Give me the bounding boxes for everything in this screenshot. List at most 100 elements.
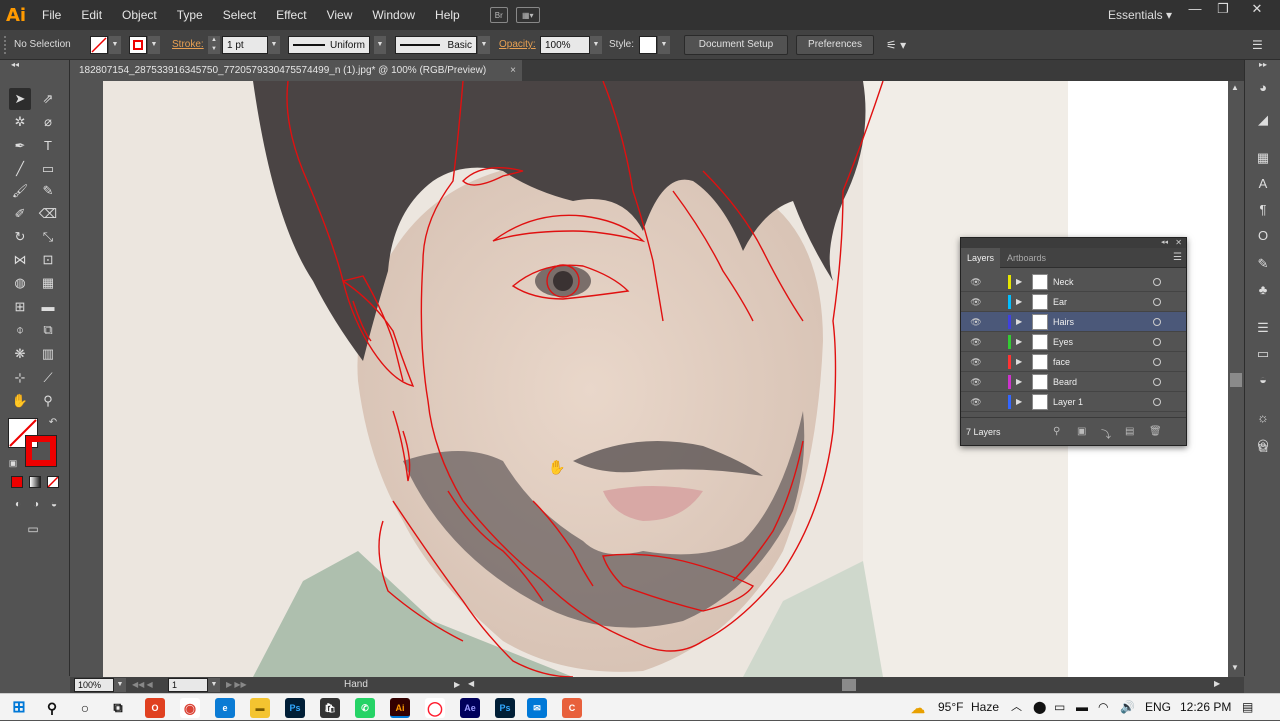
file-explorer-icon[interactable]: ▬ xyxy=(250,698,270,718)
color-panel-icon[interactable]: ◕ xyxy=(1253,78,1273,98)
expand-triangle-icon[interactable]: ▶ xyxy=(1016,335,1022,349)
type-tool-icon[interactable]: T xyxy=(37,135,59,157)
paintbrush-tool-icon[interactable]: 🖌 xyxy=(9,180,31,202)
artboard-dropdown[interactable]: ▼ xyxy=(208,678,220,692)
brush-definition[interactable]: Basic xyxy=(395,36,477,54)
visibility-eye-icon[interactable]: 👁 xyxy=(970,276,982,288)
blob-brush-tool-icon[interactable]: ✐ xyxy=(9,203,31,225)
menu-type[interactable]: Type xyxy=(167,0,213,30)
profile-dropdown[interactable]: ▼ xyxy=(374,36,386,54)
symbols-panel-icon[interactable]: ♣ xyxy=(1253,280,1273,300)
stroke-label[interactable]: Stroke: xyxy=(172,36,204,54)
menu-select[interactable]: Select xyxy=(213,0,266,30)
layer-row[interactable]: 👁 ▶ Eyes xyxy=(961,332,1186,352)
transparency-panel-icon[interactable]: ◒ xyxy=(1253,370,1273,390)
swap-fill-stroke-icon[interactable]: ↶ xyxy=(42,412,64,434)
vertical-scroll-thumb[interactable] xyxy=(1230,373,1242,387)
target-circle-icon[interactable] xyxy=(1153,358,1161,366)
restore-button[interactable]: ❐ xyxy=(1206,0,1240,20)
layer-name[interactable]: Eyes xyxy=(1053,332,1073,352)
layers-panel-icon[interactable]: ⧉ xyxy=(1253,438,1273,458)
pencil-tool-icon[interactable]: ✎ xyxy=(37,180,59,202)
line-tool-icon[interactable]: ╱ xyxy=(9,158,31,180)
weather-condition[interactable]: Haze xyxy=(971,694,999,721)
target-circle-icon[interactable] xyxy=(1153,338,1161,346)
volume-icon[interactable]: 🔊 xyxy=(1120,694,1135,721)
scroll-left-icon[interactable]: ◀ xyxy=(468,679,474,688)
stroke-color-box[interactable] xyxy=(25,435,57,467)
column-graph-tool-icon[interactable]: ▥ xyxy=(37,343,59,365)
default-fill-stroke-icon[interactable]: ▣ xyxy=(2,452,24,474)
rotate-tool-icon[interactable]: ↻ xyxy=(9,226,31,248)
shape-builder-tool-icon[interactable]: ◍ xyxy=(9,272,31,294)
fill-swatch[interactable] xyxy=(90,36,108,54)
layer-row[interactable]: 👁 ▶ Neck xyxy=(961,272,1186,292)
rectangle-tool-icon[interactable]: ▭ xyxy=(37,158,59,180)
layer-name[interactable]: Neck xyxy=(1053,272,1074,292)
artboard-nav-first-prev-icon[interactable]: ◀◀ ◀ xyxy=(132,678,153,692)
pen-tool-icon[interactable]: ✒ xyxy=(9,135,31,157)
weather-temperature[interactable]: 95°F xyxy=(938,694,963,721)
layer-name[interactable]: Hairs xyxy=(1053,312,1074,332)
stroke-panel-icon[interactable]: ☰ xyxy=(1253,318,1273,338)
zoom-field[interactable]: 100% xyxy=(74,678,114,692)
stroke-weight-dropdown[interactable]: ▼ xyxy=(268,36,280,54)
network-icon[interactable]: ▭ xyxy=(1054,694,1065,721)
expand-triangle-icon[interactable]: ▶ xyxy=(1016,295,1022,309)
layer-row[interactable]: 👁 ▶ Beard xyxy=(961,372,1186,392)
battery-icon[interactable]: ▬ xyxy=(1076,694,1088,721)
expand-panels-icon[interactable]: ▸▸ xyxy=(1253,60,1273,70)
color-guide-icon[interactable]: ◢ xyxy=(1253,110,1273,130)
gradient-tool-icon[interactable]: ▬ xyxy=(37,296,59,318)
illustrator-taskbar-icon[interactable]: Ai xyxy=(390,698,410,718)
brushes-panel-icon[interactable]: ✎ xyxy=(1253,254,1273,274)
locate-object-icon[interactable]: ⚲ xyxy=(1053,426,1060,437)
fill-dropdown[interactable]: ▼ xyxy=(109,36,121,54)
opacity-input[interactable]: 100% xyxy=(540,36,590,54)
artboard-tool-icon[interactable]: ⊹ xyxy=(9,367,31,389)
target-circle-icon[interactable] xyxy=(1153,318,1161,326)
layers-panel-header[interactable]: ◂◂ ✕ xyxy=(961,238,1186,248)
menu-help[interactable]: Help xyxy=(425,0,470,30)
layer-name[interactable]: face xyxy=(1053,352,1070,372)
store-icon[interactable]: 🛍 xyxy=(320,698,340,718)
opentype-panel-icon[interactable]: O xyxy=(1253,226,1273,246)
none-mode-icon[interactable] xyxy=(47,476,59,488)
whatsapp-icon[interactable]: ✆ xyxy=(355,698,375,718)
expand-triangle-icon[interactable]: ▶ xyxy=(1016,395,1022,409)
expand-triangle-icon[interactable]: ▶ xyxy=(1016,275,1022,289)
stroke-dropdown[interactable]: ▼ xyxy=(148,36,160,54)
scroll-right-icon[interactable]: ▶ xyxy=(1214,679,1220,688)
expand-triangle-icon[interactable]: ▶ xyxy=(1016,315,1022,329)
stroke-weight-input[interactable]: 1 pt xyxy=(222,36,268,54)
direct-selection-tool-icon[interactable]: ⇗ xyxy=(37,88,59,110)
scale-tool-icon[interactable]: ⤡ xyxy=(37,226,59,248)
weather-icon[interactable]: ☁ xyxy=(908,698,928,718)
menu-file[interactable]: File xyxy=(32,0,71,30)
bridge-icon[interactable]: Br xyxy=(489,7,508,23)
current-tool-status[interactable]: Hand xyxy=(344,677,368,693)
artboard-number-field[interactable]: 1 xyxy=(168,678,208,692)
target-circle-icon[interactable] xyxy=(1153,378,1161,386)
after-effects-icon[interactable]: Ae xyxy=(460,698,480,718)
horizontal-scroll-thumb[interactable] xyxy=(842,679,856,691)
collapse-panel-icon[interactable]: ◂◂ xyxy=(1161,238,1168,248)
notifications-icon[interactable]: ▤ xyxy=(1242,694,1253,721)
scroll-up-icon[interactable]: ▲ xyxy=(1231,83,1239,92)
blend-tool-icon[interactable]: ⧉ xyxy=(37,319,59,341)
document-tab[interactable]: 182807154_287533916345750_77205793304755… xyxy=(70,60,522,81)
collapse-tools-icon[interactable]: ◂◂ xyxy=(4,60,26,70)
close-panel-icon[interactable]: ✕ xyxy=(1175,238,1182,248)
slice-tool-icon[interactable]: ⟋ xyxy=(37,367,59,389)
style-dropdown[interactable]: ▼ xyxy=(658,36,670,54)
symbol-sprayer-tool-icon[interactable]: ❋ xyxy=(9,343,31,365)
expand-triangle-icon[interactable]: ▶ xyxy=(1016,355,1022,369)
mesh-tool-icon[interactable]: ⊞ xyxy=(9,296,31,318)
selection-tool-icon[interactable]: ➤ xyxy=(9,88,31,110)
tab-layers[interactable]: Layers xyxy=(961,248,1001,268)
layer-name[interactable]: Layer 1 xyxy=(1053,392,1083,412)
layer-row-selected[interactable]: 👁 ▶ Hairs xyxy=(961,312,1186,332)
panel-menu-icon[interactable]: ☰ xyxy=(1252,36,1263,54)
character-panel-icon[interactable]: A xyxy=(1253,174,1273,194)
gradient-mode-icon[interactable] xyxy=(29,476,41,488)
